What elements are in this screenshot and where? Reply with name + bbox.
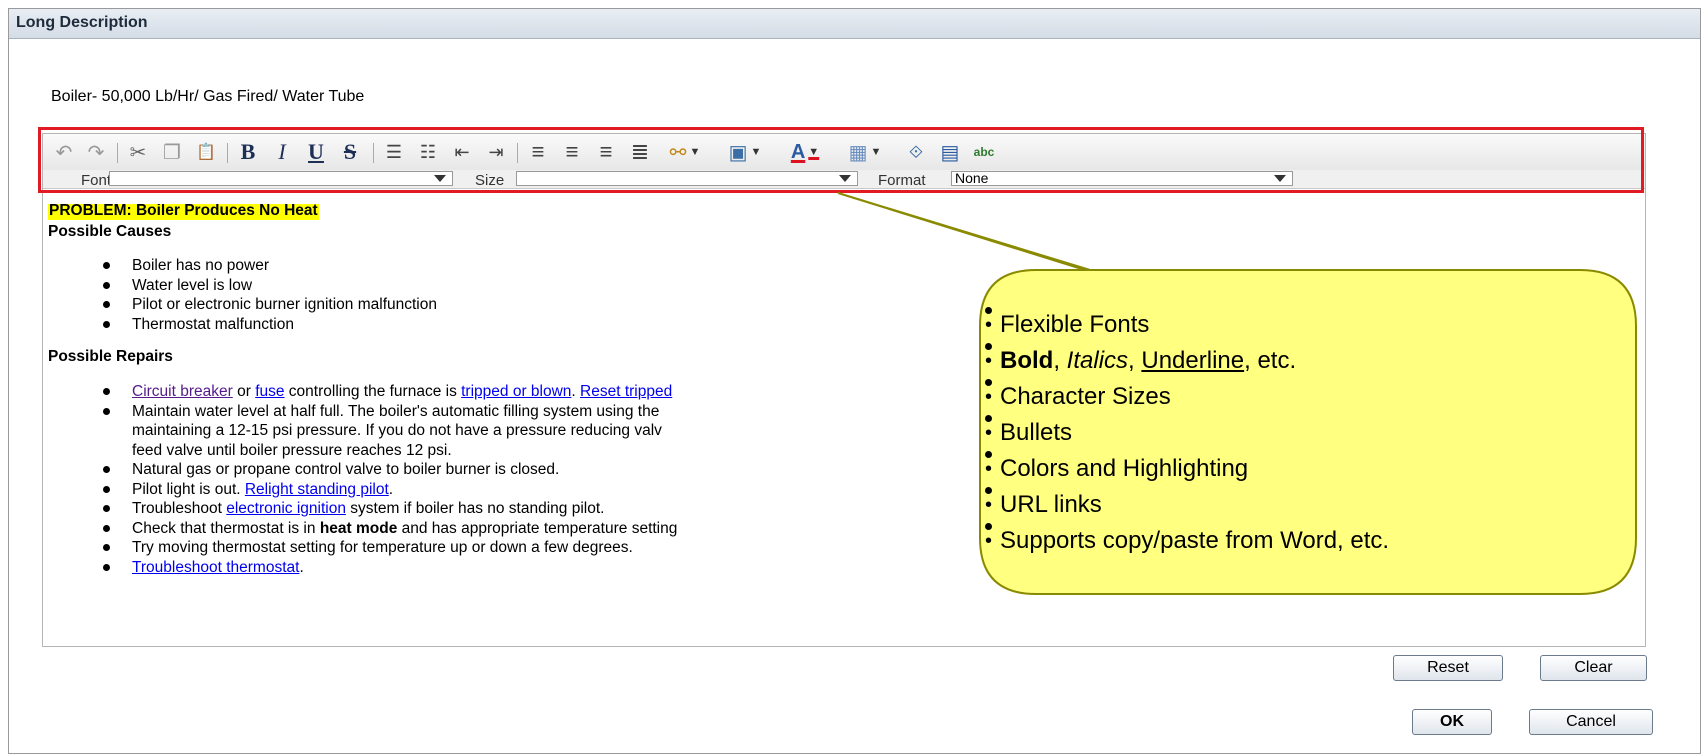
- list-item: Troubleshoot electronic ignition system …: [46, 499, 1644, 519]
- reset-button[interactable]: Reset: [1393, 655, 1503, 681]
- callout-item: Character Sizes: [985, 379, 1389, 415]
- list-item: Circuit breaker or fuse controlling the …: [46, 382, 1644, 402]
- list-item: Pilot light is out. Relight standing pil…: [46, 480, 1644, 500]
- dialog-title: Long Description: [16, 14, 148, 31]
- repairs-list: Circuit breaker or fuse controlling the …: [46, 382, 1644, 577]
- list-item: Boiler has no power: [46, 256, 437, 276]
- callout-item: Bullets: [985, 415, 1389, 451]
- repairs-heading: Possible Repairs: [48, 348, 173, 365]
- causes-heading: Possible Causes: [48, 223, 172, 240]
- asset-description: Boiler- 50,000 Lb/Hr/ Gas Fired/ Water T…: [51, 88, 365, 105]
- tripped-link[interactable]: tripped or blown: [461, 383, 571, 400]
- cancel-button[interactable]: Cancel: [1529, 709, 1653, 735]
- fuse-link[interactable]: fuse: [255, 383, 284, 400]
- callout-item: Supports copy/paste from Word, etc.: [985, 523, 1389, 559]
- toolbar-highlight-box: [38, 127, 1644, 193]
- relight-pilot-link[interactable]: Relight standing pilot: [245, 481, 389, 498]
- list-item: Check that thermostat is in heat mode an…: [46, 519, 1644, 539]
- callout-item: Colors and Highlighting: [985, 451, 1389, 487]
- problem-heading: PROBLEM: Boiler Produces No Heat: [48, 204, 319, 220]
- list-item: Pilot or electronic burner ignition malf…: [46, 295, 437, 315]
- list-item: Troubleshoot thermostat.: [46, 558, 1644, 578]
- callout-item: Bold, Italics, Underline, etc.: [985, 343, 1389, 379]
- causes-list: Boiler has no power Water level is low P…: [46, 256, 437, 334]
- list-item: Maintain water level at half full. The b…: [46, 402, 1644, 461]
- dialog-titlebar: Long Description: [9, 9, 1700, 39]
- troubleshoot-thermostat-link[interactable]: Troubleshoot thermostat: [132, 559, 299, 576]
- callout-list: Flexible Fonts Bold, Italics, Underline,…: [985, 307, 1389, 559]
- list-item: Water level is low: [46, 276, 437, 296]
- reset-link[interactable]: Reset tripped: [580, 383, 672, 400]
- electronic-ignition-link[interactable]: electronic ignition: [226, 500, 346, 517]
- list-item: Try moving thermostat setting for temper…: [46, 538, 1644, 558]
- rich-text-editor[interactable]: ↶ ↷ ✂ ❐ 📋 B I U S ☰ ☷ ⇤ ⇥ ≡ ≡ ≡ ≣ ⚯ ▼ ▣ ▼ …: [42, 133, 1646, 647]
- callout-item: URL links: [985, 487, 1389, 523]
- list-item: Natural gas or propane control valve to …: [46, 460, 1644, 480]
- circuit-breaker-link[interactable]: Circuit breaker: [132, 383, 233, 400]
- clear-button[interactable]: Clear: [1540, 655, 1647, 681]
- editor-content[interactable]: PROBLEM: Boiler Produces No Heat Possibl…: [46, 204, 1644, 644]
- list-item: Thermostat malfunction: [46, 315, 437, 335]
- callout-item: Flexible Fonts: [985, 307, 1389, 343]
- ok-button[interactable]: OK: [1412, 709, 1492, 735]
